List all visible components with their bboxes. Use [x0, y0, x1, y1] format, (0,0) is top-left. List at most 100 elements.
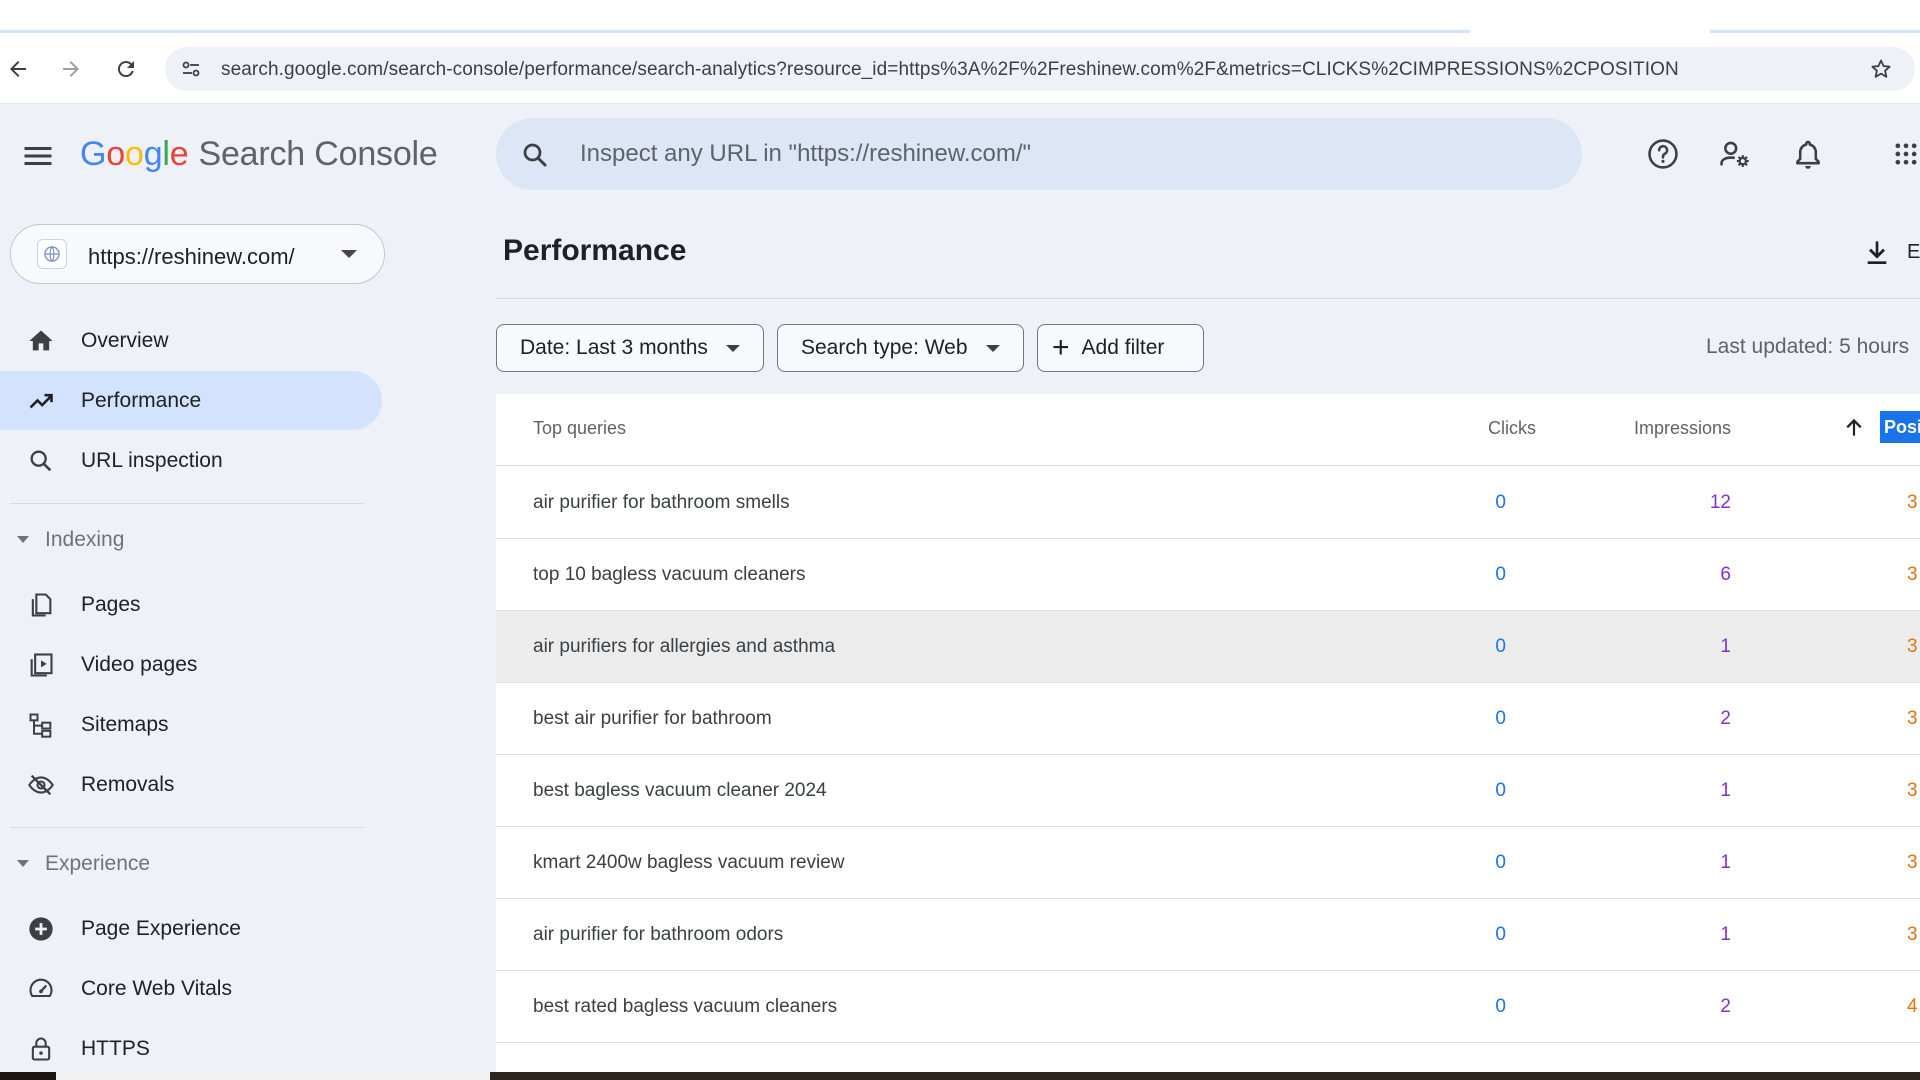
table-row[interactable]: best air purifier for bathroom 0 2 3 — [496, 683, 1920, 755]
export-button[interactable]: E — [1861, 232, 1920, 272]
column-header-impressions[interactable]: Impressions — [1581, 418, 1731, 439]
search-console-logo[interactable]: Google Search Console — [80, 135, 438, 174]
sidebar-divider — [10, 827, 365, 828]
sort-ascending-icon[interactable] — [1841, 414, 1867, 440]
section-title: Indexing — [45, 528, 125, 551]
help-icon — [1648, 139, 1678, 169]
sidebar-item-sitemaps[interactable]: Sitemaps — [0, 695, 382, 754]
sidebar-section-indexing[interactable]: Indexing — [0, 515, 382, 565]
sidebar-divider — [10, 503, 365, 504]
chip-label: Add filter — [1081, 336, 1165, 359]
sidebar-item-label: Core Web Vitals — [81, 976, 232, 1000]
caret-down-icon — [17, 536, 29, 543]
clicks-cell: 0 — [1495, 708, 1506, 729]
column-header-clicks[interactable]: Clicks — [1396, 418, 1536, 439]
table-row[interactable]: best rated bagless vacuum cleaners 0 2 4 — [496, 971, 1920, 1043]
pages-icon — [26, 590, 56, 620]
table-row[interactable]: top 10 bagless vacuum cleaners 0 6 3 — [496, 539, 1920, 611]
plus-circle-icon — [26, 914, 56, 944]
date-filter-chip[interactable]: Date: Last 3 months — [496, 324, 764, 372]
query-cell: air purifier for bathroom smells — [533, 492, 790, 513]
column-header-top-queries[interactable]: Top queries — [533, 418, 626, 439]
table-row[interactable]: air purifiers for allergies and asthma 0 1… — [496, 611, 1920, 683]
last-updated-text: Last updated: 5 hours — [1706, 335, 1910, 358]
sidebar-section-experience[interactable]: Experience — [0, 839, 382, 889]
position-cell: 4 — [1907, 996, 1918, 1017]
manage-accounts-icon — [1720, 141, 1749, 168]
bookmark-star-icon[interactable] — [1869, 57, 1893, 81]
position-cell: 3 — [1907, 708, 1918, 729]
arrow-back-icon — [10, 61, 26, 77]
address-bar-url: search.google.com/search-console/perform… — [221, 59, 1679, 80]
column-header-position[interactable]: Posit — [1880, 411, 1920, 443]
sidebar-item-page-experience[interactable]: Page Experience — [0, 899, 382, 958]
taskbar-segment — [56, 1072, 490, 1080]
sidebar-item-label: Page Experience — [81, 916, 241, 940]
clicks-cell: 0 — [1495, 492, 1506, 513]
account-settings-button[interactable] — [1715, 134, 1755, 174]
sidebar-item-removals[interactable]: Removals — [0, 755, 382, 814]
site-info-icon[interactable] — [179, 57, 203, 81]
lock-icon — [26, 1034, 56, 1064]
search-type-filter-chip[interactable]: Search type: Web — [777, 324, 1024, 372]
globe-icon — [37, 239, 67, 269]
sidebar-item-video-pages[interactable]: Video pages — [0, 635, 382, 694]
query-cell: top 10 bagless vacuum cleaners — [533, 564, 806, 585]
sidebar-item-pages[interactable]: Pages — [0, 575, 382, 634]
clicks-cell: 0 — [1495, 636, 1506, 657]
sidebar-item-label: Sitemaps — [81, 712, 169, 736]
forward-button[interactable] — [55, 53, 87, 85]
sidebar-item-label: URL inspection — [81, 448, 223, 472]
query-cell: air purifier for bathroom odors — [533, 924, 784, 945]
sidebar-item-core-web-vitals[interactable]: Core Web Vitals — [0, 959, 382, 1018]
impressions-cell: 1 — [1720, 924, 1731, 945]
clicks-cell: 0 — [1495, 852, 1506, 873]
sidebar-item-label: HTTPS — [81, 1036, 150, 1060]
chip-label: Search type: Web — [801, 336, 968, 359]
impressions-cell: 2 — [1720, 708, 1731, 729]
main-content: Performance E Date: Last 3 months Search… — [496, 204, 1920, 1080]
table-row[interactable]: best bagless vacuum cleaner 2024 0 1 3 — [496, 755, 1920, 827]
notifications-button[interactable] — [1788, 134, 1828, 174]
gauge-icon — [26, 974, 56, 1004]
table-row[interactable]: kmart 2400w bagless vacuum review 0 1 3 — [496, 827, 1920, 899]
table-header: Top queries Clicks Impressions Posit — [496, 394, 1920, 466]
help-button[interactable] — [1643, 134, 1683, 174]
search-input[interactable] — [580, 136, 1540, 172]
clicks-cell: 0 — [1495, 780, 1506, 801]
add-filter-button[interactable]: + Add filter — [1037, 324, 1204, 372]
position-cell: 3 — [1907, 852, 1918, 873]
address-bar[interactable]: search.google.com/search-console/perform… — [165, 47, 1915, 91]
clicks-cell: 0 — [1495, 996, 1506, 1017]
url-inspection-search[interactable] — [496, 118, 1582, 190]
sidebar-item-url-inspection[interactable]: URL inspection — [0, 431, 382, 490]
apps-button[interactable] — [1892, 134, 1920, 174]
browser-tab-strip — [0, 0, 1920, 34]
taskbar-segment — [0, 1072, 56, 1080]
trending-up-icon — [26, 386, 56, 416]
eye-off-icon — [26, 770, 56, 800]
product-name: Search Console — [198, 135, 438, 173]
queries-table: Top queries Clicks Impressions Posit air… — [496, 394, 1920, 1080]
property-url: https://reshinew.com/ — [88, 244, 295, 269]
plus-icon: + — [1052, 331, 1070, 364]
header-divider — [496, 298, 1920, 299]
arrow-forward-icon — [63, 61, 79, 77]
menu-icon[interactable] — [20, 138, 56, 174]
sidebar-item-https[interactable]: HTTPS — [0, 1019, 382, 1078]
table-row[interactable]: air purifier for bathroom odors 0 1 3 — [496, 899, 1920, 971]
position-cell: 3 — [1907, 492, 1918, 513]
caret-down-icon — [725, 344, 740, 352]
reload-button[interactable] — [110, 53, 142, 85]
sidebar-item-overview[interactable]: Overview — [0, 311, 382, 370]
impressions-cell: 2 — [1720, 996, 1731, 1017]
property-selector[interactable]: https://reshinew.com/ — [10, 224, 385, 284]
caret-down-icon — [985, 344, 1000, 352]
back-button[interactable] — [2, 53, 34, 85]
sidebar-item-performance[interactable]: Performance — [0, 371, 382, 430]
taskbar-strip — [0, 1072, 1920, 1080]
export-label: E — [1907, 240, 1920, 263]
position-cell: 3 — [1907, 780, 1918, 801]
clicks-cell: 0 — [1495, 924, 1506, 945]
table-row[interactable]: air purifier for bathroom smells 0 12 3 — [496, 467, 1920, 539]
